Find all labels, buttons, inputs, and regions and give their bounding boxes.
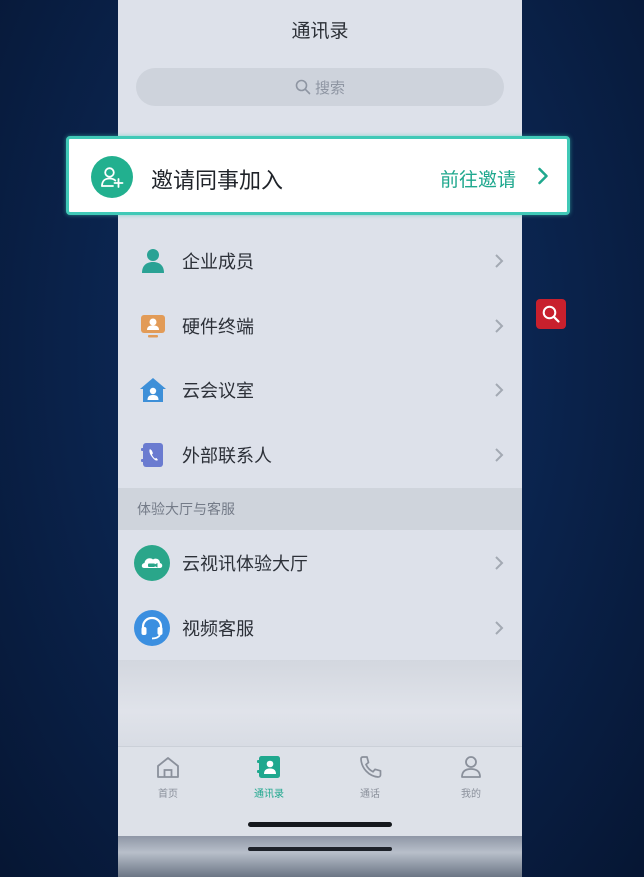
chevron-right-icon: [538, 167, 548, 185]
chevron-right-icon: [495, 556, 504, 570]
menu-label: 视频客服: [182, 619, 254, 640]
person-icon: [138, 246, 168, 276]
section-header: 体验大厅与客服: [118, 488, 522, 530]
menu-label: 硬件终端: [182, 317, 254, 338]
cloud-video-icon: [134, 545, 170, 581]
search-placeholder: 搜索: [314, 78, 345, 97]
search-icon: [542, 305, 560, 323]
invite-colleagues-card[interactable]: 邀请同事加入 前往邀请: [66, 136, 570, 215]
tab-me[interactable]: 我的: [431, 755, 511, 800]
menu-item-meeting-rooms[interactable]: 云会议室: [118, 358, 522, 422]
add-user-icon: [91, 156, 133, 198]
menu-label: 云会议室: [182, 381, 254, 402]
section-title: 体验大厅与客服: [137, 502, 235, 518]
menu-item-experience-hall[interactable]: 云视讯体验大厅: [118, 531, 522, 595]
menu-item-hardware[interactable]: 硬件终端: [118, 294, 522, 358]
contacts-icon: [257, 756, 280, 778]
chevron-right-icon: [495, 621, 504, 635]
home-icon: [157, 757, 179, 778]
blurred-background: [118, 660, 522, 746]
home-indicator[interactable]: [248, 822, 392, 827]
phone-screen: 通讯录 搜索 企业成员 硬件终端 云会议室 外部联系人 体验大厅与客服 云视讯体…: [118, 0, 522, 877]
menu-label: 外部联系人: [182, 446, 272, 467]
tab-home[interactable]: 首页: [128, 755, 208, 800]
search-icon: [295, 79, 311, 95]
tab-label: 通讯录: [254, 789, 284, 800]
home-indicator: [248, 847, 392, 851]
tab-calls[interactable]: 通话: [330, 755, 410, 800]
menu-label: 企业成员: [182, 252, 254, 273]
room-icon: [138, 375, 168, 405]
headset-icon: [134, 610, 170, 646]
home-bar-area: [118, 806, 522, 836]
background-device-strip: [118, 836, 522, 877]
search-bar[interactable]: 搜索: [136, 68, 504, 106]
tab-label: 首页: [158, 789, 178, 800]
go-invite-link[interactable]: 前往邀请: [440, 165, 516, 192]
tab-label: 我的: [461, 789, 481, 800]
chevron-right-icon: [495, 254, 504, 268]
menu-label: 云视讯体验大厅: [182, 554, 308, 575]
device-icon: [138, 311, 168, 341]
chevron-right-icon: [495, 448, 504, 462]
menu-item-video-support[interactable]: 视频客服: [118, 596, 522, 660]
chevron-right-icon: [495, 319, 504, 333]
page-title: 通讯录: [291, 20, 349, 42]
tab-bar: 首页 通讯录 通话 我的: [118, 746, 522, 807]
chevron-right-icon: [495, 383, 504, 397]
tab-label: 通话: [360, 789, 380, 800]
floating-search-button[interactable]: [536, 299, 566, 329]
menu-item-members[interactable]: 企业成员: [118, 229, 522, 293]
invite-title: 邀请同事加入: [151, 169, 284, 194]
tab-contacts[interactable]: 通讯录: [229, 755, 309, 800]
user-icon: [461, 756, 481, 778]
menu-item-external-contacts[interactable]: 外部联系人: [118, 423, 522, 487]
phone-icon: [360, 756, 382, 778]
phonebook-icon: [138, 440, 168, 470]
